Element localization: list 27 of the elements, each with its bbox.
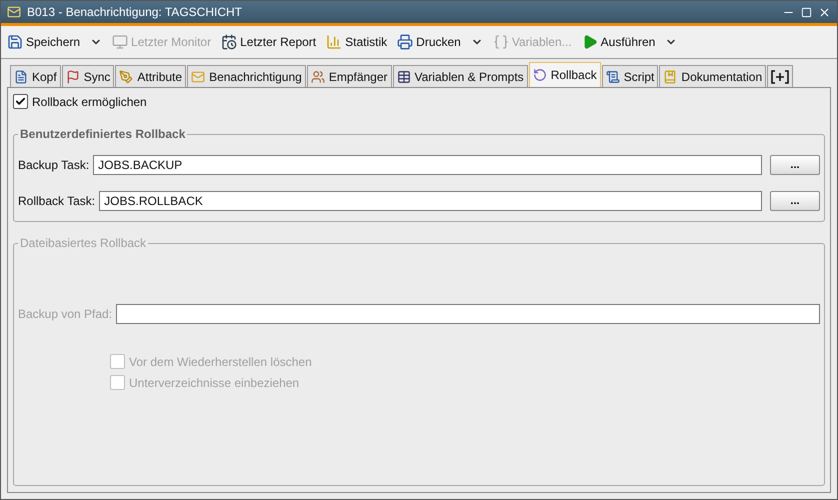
tab[interactable]: Kopf xyxy=(10,65,61,87)
checkbox-label: Rollback ermöglichen xyxy=(32,94,147,108)
field-label: Rollback Task: xyxy=(18,194,96,208)
tab[interactable]: Benachrichtigung xyxy=(187,65,306,87)
toolbar-button[interactable]: Ausführen xyxy=(582,34,656,50)
tab[interactable]: Variablen & Prompts xyxy=(392,65,528,87)
toolbar-button[interactable]: Speichern xyxy=(7,34,80,50)
tab[interactable]: Script xyxy=(602,65,658,87)
field-label: Backup von Pfad: xyxy=(18,307,112,321)
tab[interactable]: Dokumentation xyxy=(659,65,766,87)
input-field[interactable]: JOBS.ROLLBACK xyxy=(99,191,762,211)
tab[interactable]: Sync xyxy=(62,65,114,87)
toolbar-button[interactable]: Drucken xyxy=(397,34,461,50)
tab[interactable]: Rollback xyxy=(528,62,601,87)
browse-button[interactable]: ... xyxy=(770,191,820,211)
checkbox-label: Vor dem Wiederherstellen löschen xyxy=(129,354,312,368)
tab[interactable]: Attribute xyxy=(115,65,186,87)
toolbar-button[interactable]: Statistik xyxy=(326,34,388,50)
group-title: Benutzerdefiniertes Rollback xyxy=(19,127,186,141)
input-field[interactable]: JOBS.BACKUP xyxy=(93,155,762,175)
browse-button[interactable]: ... xyxy=(770,155,820,175)
group-title: Dateibasiertes Rollback xyxy=(19,236,148,250)
toolbar-button[interactable]: Letzter Report xyxy=(221,34,316,50)
checkbox-label: Unterverzeichnisse einbeziehen xyxy=(129,376,300,390)
tab[interactable]: Empfänger xyxy=(306,65,392,87)
field-label: Backup Task: xyxy=(18,158,90,172)
window-title: B013 - Benachrichtigung: TAGSCHICHT xyxy=(27,5,243,19)
